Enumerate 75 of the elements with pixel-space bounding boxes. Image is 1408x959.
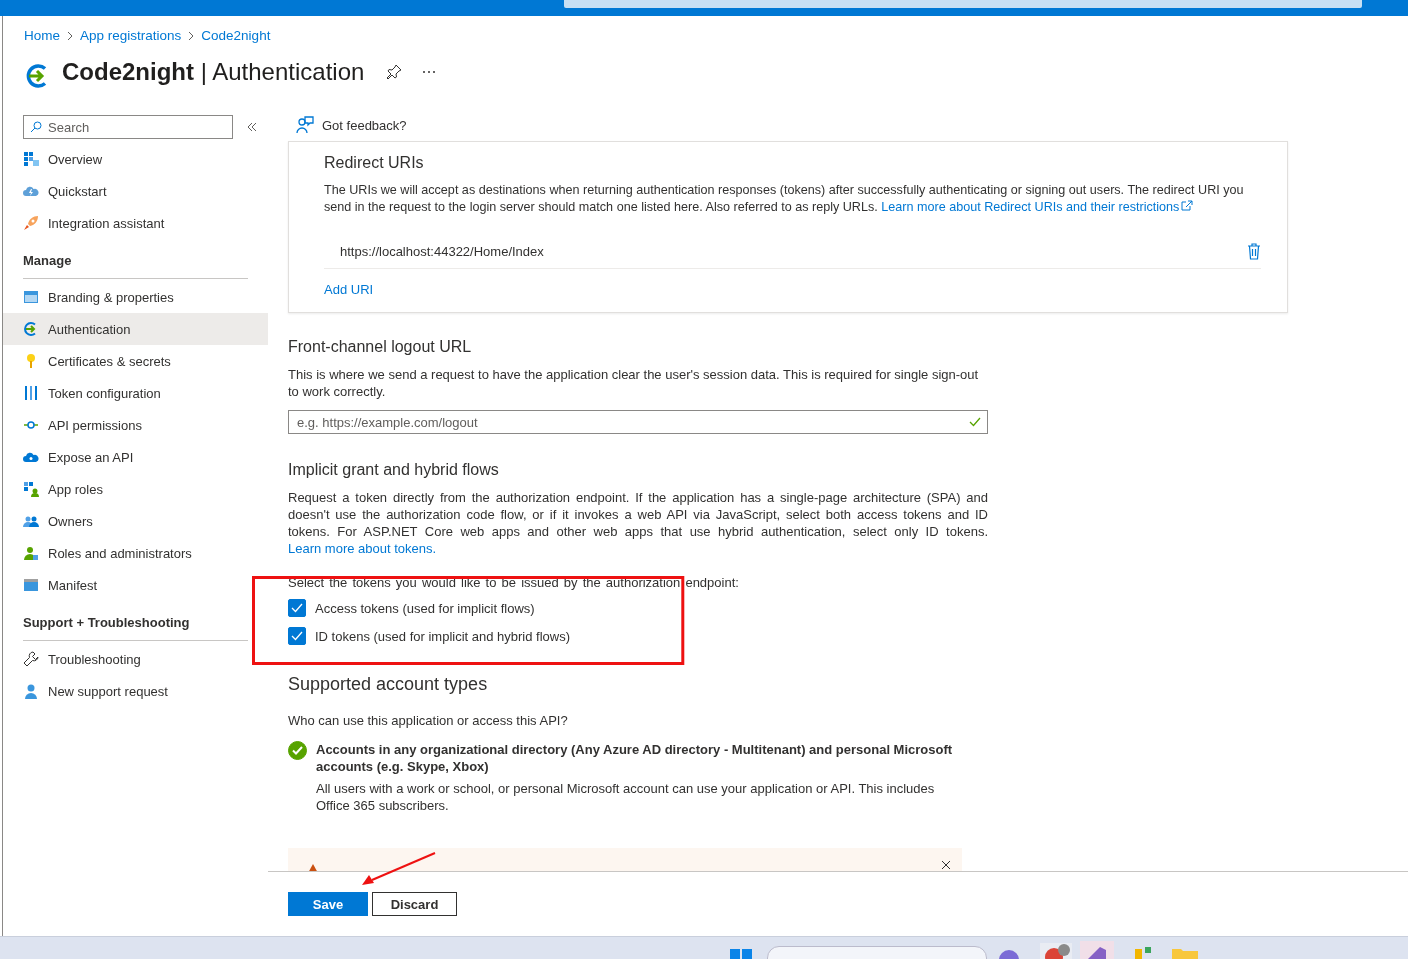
nav-item[interactable]: Authentication <box>3 313 268 345</box>
nav-item[interactable]: Token configuration <box>3 377 268 409</box>
chevron-right-icon <box>66 31 74 40</box>
nav-item[interactable]: App roles <box>3 473 268 505</box>
learn-more-link[interactable]: Learn more about tokens. <box>288 541 437 556</box>
nav-item[interactable]: Overview <box>3 143 268 175</box>
description: Request a token directly from the authorization endpoint. If the application has a single-page architecture (SPA) and doesn't use the authorization code flow, or if it invokes a web API via JavaScript, select both access tokens and ID tokens. For ASP.NET Core web apps and other web apps that use hybrid authentication, select only ID tokens. Learn more about tokens. <box>288 489 988 557</box>
checkbox[interactable] <box>288 627 306 645</box>
section-heading: Support + Troubleshooting <box>23 608 248 641</box>
save-button[interactable]: Save <box>288 892 368 916</box>
external-link-icon <box>1181 200 1194 211</box>
check-icon <box>291 631 303 641</box>
nav-item[interactable]: Owners <box>3 505 268 537</box>
breadcrumb-link[interactable]: App registrations <box>80 27 182 43</box>
person-icon <box>23 545 39 561</box>
question-text: Who can use this application or access this API? <box>288 712 569 729</box>
nav-item[interactable]: Expose an API <box>3 441 268 473</box>
search-input[interactable]: Search <box>48 119 218 135</box>
nav-item[interactable]: Troubleshooting <box>3 643 268 675</box>
search-icon <box>30 121 42 133</box>
nav-item[interactable]: Branding & properties <box>3 281 268 313</box>
bars-icon <box>23 385 39 401</box>
wrench-icon <box>23 651 39 667</box>
check-icon <box>291 603 303 613</box>
app-icon[interactable] <box>998 949 1020 959</box>
breadcrumb-link[interactable]: Home <box>24 27 60 43</box>
learn-more-link[interactable]: Learn more about Redirect URIs and their restrictions <box>881 200 1194 214</box>
feedback-link[interactable]: Got feedback? <box>322 117 407 133</box>
visual-studio-icon[interactable] <box>1080 941 1114 959</box>
option-label: Accounts in any organizational directory (Any Azure AD directory - Multitenant) and personal Microsoft accounts (e.g. Skype, Xbox) <box>316 741 954 775</box>
description: The URIs we will accept as destinations when returning authentication responses (tokens) after successfully authenticating or signing out users. The redirect URI you send in the request to the login server should match one listed here. Also referred to as reply URLs. Learn more about Redirect URIs and their restrictions <box>324 182 1245 216</box>
close-icon[interactable] <box>942 861 950 869</box>
more-icon[interactable] <box>422 70 437 74</box>
search-field[interactable]: Search <box>23 115 233 139</box>
nav-item[interactable]: Roles and administrators <box>3 537 268 569</box>
nav-item[interactable]: New support request <box>3 675 268 707</box>
warning-icon <box>308 864 318 871</box>
section-title: Supported account types <box>288 673 489 695</box>
section-heading: Manage <box>23 246 248 279</box>
logout-url-field[interactable]: e.g. https://example.com/logout <box>288 410 988 434</box>
trash-icon[interactable] <box>1247 242 1261 260</box>
section-title: Implicit grant and hybrid flows <box>288 460 500 480</box>
breadcrumb-link[interactable]: Code2night <box>201 27 271 43</box>
chevron-right-icon <box>187 31 196 40</box>
check-icon <box>969 417 981 427</box>
section-title: Redirect URIs <box>324 153 425 173</box>
checkbox-label: ID tokens (used for implicit and hybrid flows) <box>315 628 571 644</box>
rocket-icon <box>23 215 39 231</box>
pin-icon[interactable] <box>386 64 403 80</box>
page-title: Code2night | Authentication <box>62 58 365 86</box>
check-circle-icon[interactable] <box>288 741 307 760</box>
collapse-icon[interactable] <box>248 123 257 131</box>
nav-item[interactable]: Manifest <box>3 569 268 601</box>
nav-item[interactable]: Certificates & secrets <box>3 345 268 377</box>
browser-icon[interactable] <box>1040 943 1072 959</box>
nav-item[interactable]: Integration assistant <box>3 207 268 239</box>
discard-button[interactable]: Discard <box>372 892 457 916</box>
checkbox[interactable] <box>288 599 306 617</box>
option-description: All users with a work or school, or personal Microsoft account can use your application or API. This includes Office 365 subscribers. <box>316 780 936 814</box>
feedback-icon <box>296 116 314 134</box>
uri-value: https://localhost:44322/Home/Index <box>340 243 544 259</box>
browser-icon <box>23 289 39 305</box>
grid-person-icon <box>23 481 39 497</box>
nav-item[interactable]: API permissions <box>3 409 268 441</box>
section-title: Front-channel logout URL <box>288 337 473 357</box>
support-person-icon <box>23 683 39 699</box>
app-icon[interactable] <box>1133 947 1153 959</box>
add-uri-link[interactable]: Add URI <box>324 282 374 297</box>
document-icon <box>23 577 39 593</box>
grid-icon <box>23 151 39 167</box>
windows-icon[interactable] <box>730 949 752 959</box>
search-field[interactable] <box>564 0 1362 8</box>
description: This is where we send a request to have the application clear the user's session data. This is required for single sign-out to work correctly. <box>288 366 980 400</box>
checkbox-label: Access tokens (used for implicit flows) <box>315 600 535 616</box>
nav-item[interactable]: Quickstart <box>3 175 268 207</box>
